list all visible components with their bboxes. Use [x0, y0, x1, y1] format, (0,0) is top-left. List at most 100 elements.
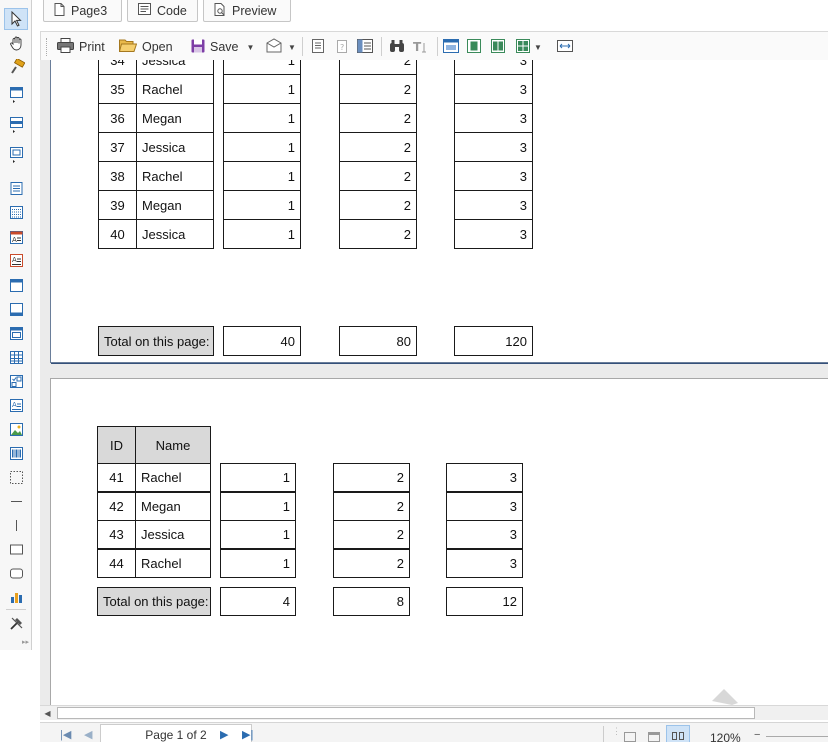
rectangle-icon[interactable]	[8, 541, 25, 557]
thumbnails-icon	[357, 38, 373, 56]
value-cell: 1	[223, 190, 301, 220]
horizontal-line-icon[interactable]	[8, 493, 25, 509]
zoom-out-icon[interactable]: −	[754, 729, 760, 741]
preview-toolbar: Print Open Save ▼ ▼ ? T ▼	[40, 31, 828, 61]
horizontal-scrollbar[interactable]: ◀	[40, 705, 828, 720]
checkbox-icon[interactable]	[8, 373, 25, 389]
chevron-down-icon: ▼	[246, 42, 255, 52]
continuous-view-icon[interactable]	[648, 732, 660, 742]
print-button[interactable]: Print	[57, 36, 105, 58]
scroll-left-icon[interactable]: ◀	[40, 706, 55, 720]
single-page-view-icon[interactable]	[624, 732, 636, 742]
report-page-2: ID Name 41 Rachel 1 2 3 42 Megan 1 2 3 43 Jessica 1 2…	[50, 378, 828, 705]
header-name: Name	[135, 426, 211, 464]
value-cell: 1	[223, 132, 301, 162]
print-label: Print	[79, 40, 105, 54]
table-icon[interactable]	[8, 349, 25, 365]
id-cell: 34	[98, 60, 137, 75]
svg-text:A: A	[12, 236, 17, 244]
scrollbar-thumb[interactable]	[57, 707, 755, 719]
previous-page-icon[interactable]: ◀	[84, 728, 92, 741]
data-band-icon[interactable]	[8, 180, 25, 196]
rounded-rectangle-icon[interactable]	[8, 565, 25, 581]
code-icon	[138, 3, 151, 18]
tools-icon[interactable]	[8, 615, 25, 631]
page-number-field[interactable]: Page 1 of 2	[100, 724, 252, 742]
send-email-button[interactable]: ▼	[266, 36, 296, 58]
tab-page3[interactable]: Page3	[43, 0, 122, 22]
group-header-band-icon[interactable]	[8, 147, 25, 163]
last-page-icon[interactable]: ▶|	[242, 728, 253, 741]
text-box-icon[interactable]: A	[8, 397, 25, 413]
report-title-band-icon[interactable]	[8, 87, 25, 103]
save-button[interactable]: Save ▼	[191, 36, 254, 58]
toolbar-grip	[46, 38, 48, 56]
format-painter-icon[interactable]	[8, 59, 25, 75]
barcode-icon[interactable]	[8, 445, 25, 461]
tab-label: Preview	[232, 3, 277, 18]
value-cell: 3	[446, 463, 523, 492]
value-cell: 3	[454, 161, 533, 191]
page-header-band-icon[interactable]	[8, 117, 25, 133]
svg-text:T: T	[413, 40, 422, 53]
name-cell: Rachel	[136, 161, 214, 191]
column-band-icon[interactable]	[8, 325, 25, 341]
page-width-button[interactable]	[557, 36, 573, 58]
id-cell: 44	[97, 548, 136, 578]
value-cell: 2	[333, 548, 410, 578]
id-cell: 37	[98, 132, 137, 162]
envelope-send-icon	[266, 37, 286, 57]
value-cell: 1	[223, 60, 301, 75]
open-label: Open	[142, 40, 173, 54]
multi-page-view-icon[interactable]	[666, 725, 690, 742]
image-icon[interactable]	[8, 421, 25, 437]
toolbox-expand-icon[interactable]: ▸▸	[22, 638, 29, 646]
editor-button[interactable]: T	[412, 36, 428, 58]
vertical-line-icon[interactable]	[8, 517, 25, 533]
total-cell: 40	[223, 326, 301, 356]
toolbar-separator	[381, 37, 382, 56]
value-cell: 2	[339, 132, 417, 162]
value-cell: 2	[339, 60, 417, 75]
chart-icon[interactable]	[8, 589, 25, 605]
toolbar-separator	[302, 37, 303, 56]
first-page-icon[interactable]: |◀	[60, 728, 71, 741]
zoom-slider[interactable]	[766, 736, 828, 737]
value-cell: 2	[333, 491, 410, 521]
value-cell: 1	[223, 74, 301, 104]
two-pages-icon	[491, 38, 505, 56]
bookmarks-button[interactable]	[311, 36, 325, 58]
header-band-icon[interactable]	[8, 277, 25, 293]
tab-code[interactable]: Code	[127, 0, 198, 22]
value-cell: 3	[454, 103, 533, 133]
open-button[interactable]: Open	[118, 36, 173, 58]
two-pages-button[interactable]	[491, 36, 505, 58]
next-page-icon[interactable]: ▶	[220, 728, 228, 741]
pointer-icon[interactable]	[4, 8, 28, 30]
text-icon[interactable]: A	[8, 229, 25, 245]
full-screen-button[interactable]	[443, 36, 459, 58]
multiple-pages-button[interactable]: ▼	[516, 36, 542, 58]
total-label: Total on this page:	[98, 326, 214, 356]
name-cell: Megan	[136, 103, 214, 133]
hand-icon[interactable]	[8, 35, 25, 51]
report-summary-band-icon[interactable]	[8, 204, 25, 220]
toolbox-separator	[6, 609, 26, 610]
find-button[interactable]	[389, 36, 405, 58]
rich-text-icon[interactable]: A	[8, 252, 25, 268]
chevron-down-icon: ▼	[288, 42, 296, 52]
thumbnails-button[interactable]	[357, 36, 373, 58]
tab-bar: Page3 Code Preview	[33, 0, 828, 30]
name-cell: Megan	[136, 190, 214, 220]
total-cell: 8	[333, 587, 410, 616]
tab-preview[interactable]: Preview	[203, 0, 291, 22]
shape-icon[interactable]	[8, 469, 25, 485]
printer-icon	[57, 38, 74, 56]
bookmarks-icon	[311, 38, 325, 56]
single-page-button[interactable]	[467, 36, 481, 58]
footer-band-icon[interactable]	[8, 301, 25, 317]
value-cell: 2	[333, 520, 410, 549]
parameters-button[interactable]: ?	[335, 36, 349, 58]
save-icon	[191, 39, 205, 56]
report-viewer[interactable]: 34 Jessica 1 2 3 35 Rachel 1 2 3 36 Megan 1 2 3 37 Jessi…	[40, 60, 828, 705]
